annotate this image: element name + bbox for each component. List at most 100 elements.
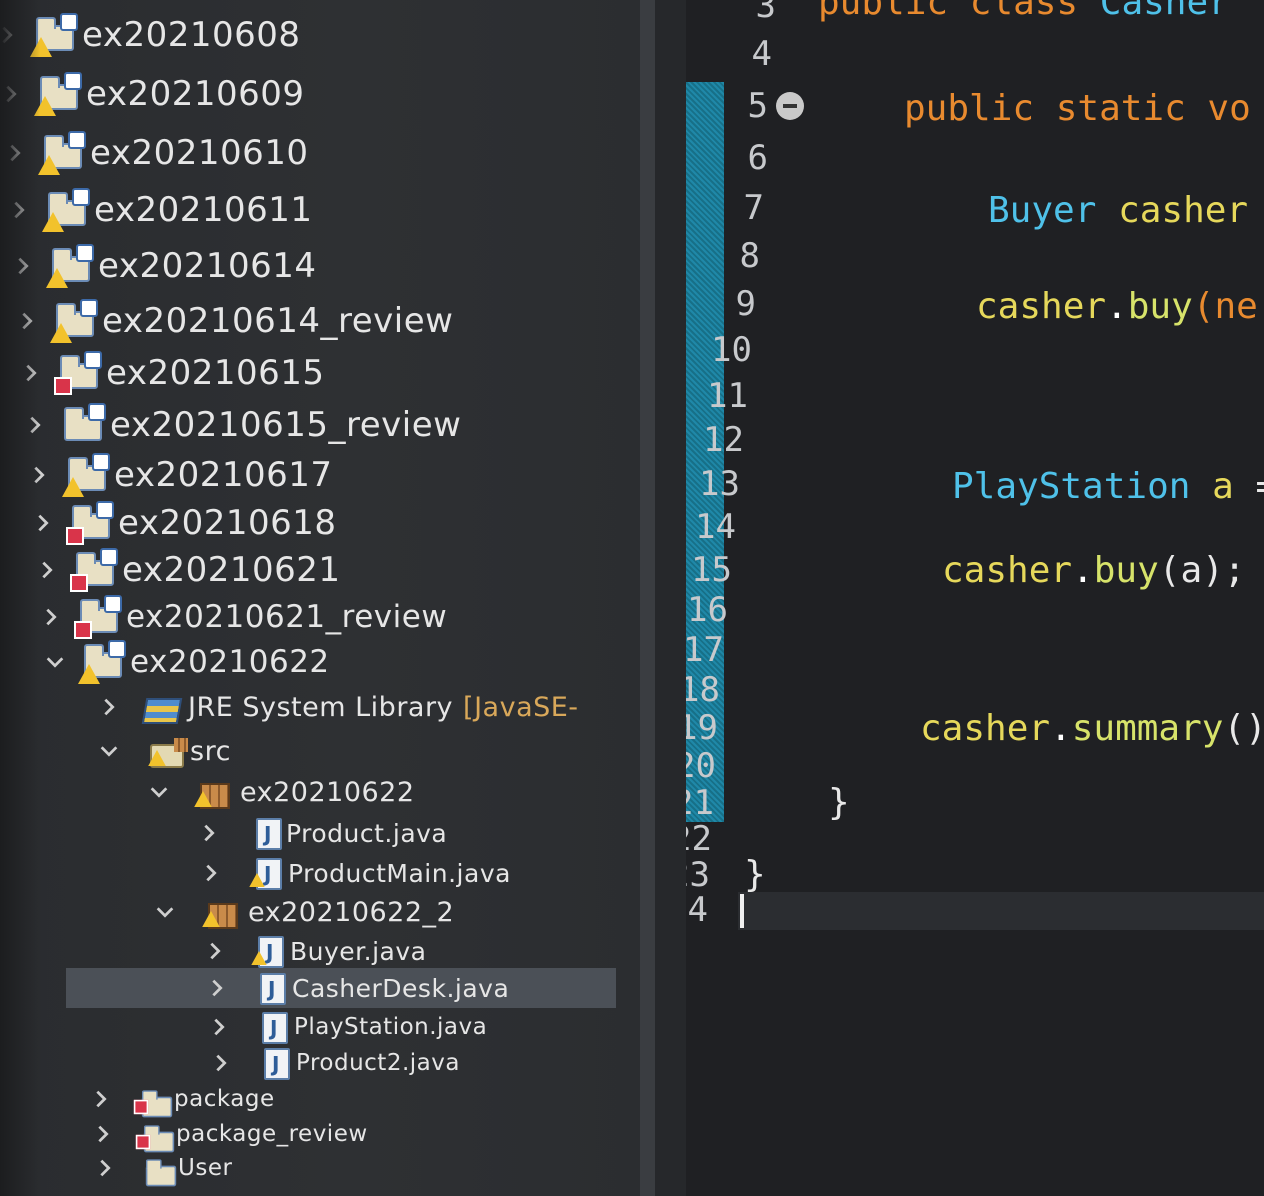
project-label: ex20210615 bbox=[106, 353, 325, 393]
tree-package-row[interactable]: ex20210622 bbox=[146, 769, 415, 815]
chevron-right-icon[interactable] bbox=[198, 860, 224, 886]
chevron-right-icon[interactable] bbox=[18, 360, 44, 386]
tree-project-row[interactable]: ex20210608 bbox=[0, 12, 301, 58]
code-line-19: casher.summary(); bbox=[920, 708, 1264, 749]
java-file-icon bbox=[246, 816, 284, 850]
tree-project-row[interactable]: ex20210618 bbox=[30, 500, 337, 546]
line-number: 11 bbox=[707, 376, 748, 416]
line-number: 7 bbox=[743, 188, 764, 228]
variable: casher bbox=[1118, 190, 1249, 231]
java-file-icon bbox=[252, 1010, 290, 1044]
tree-project-row[interactable]: ex20210615 bbox=[18, 350, 325, 396]
tree-project-row[interactable]: ex20210617 bbox=[26, 452, 333, 498]
line-number: 20 bbox=[686, 746, 716, 786]
project-label: ex20210614_review bbox=[102, 301, 454, 341]
chevron-right-icon[interactable] bbox=[14, 308, 40, 334]
project-label: ex20210622 bbox=[130, 644, 330, 680]
tree-project-row[interactable]: ex20210615_review bbox=[22, 402, 461, 448]
closing-brace: } bbox=[744, 854, 766, 895]
tree-file-row-selected[interactable]: CasherDesk.java bbox=[66, 968, 616, 1008]
chevron-right-icon[interactable] bbox=[92, 1155, 118, 1181]
method: buy bbox=[1093, 550, 1159, 591]
chevron-right-icon[interactable] bbox=[38, 604, 64, 630]
closing-brace: } bbox=[828, 782, 850, 823]
project-folder-icon bbox=[136, 1151, 177, 1187]
chevron-right-icon[interactable] bbox=[206, 1014, 232, 1040]
line-number: 13 bbox=[699, 464, 740, 504]
chevron-right-icon[interactable] bbox=[34, 557, 60, 583]
library-icon bbox=[140, 690, 183, 724]
project-folder-warning-icon bbox=[42, 188, 90, 232]
fold-collapse-icon[interactable] bbox=[776, 92, 804, 120]
tree-project-row[interactable]: ex20210621 bbox=[34, 547, 341, 593]
type-name: Buyer bbox=[988, 190, 1097, 231]
tree-project-row[interactable]: ex20210611 bbox=[6, 187, 313, 233]
line-number: 14 bbox=[695, 507, 736, 547]
source-folder-icon bbox=[146, 734, 188, 768]
line-number: 15 bbox=[691, 550, 732, 590]
line-number: 5 bbox=[747, 86, 768, 126]
package-icon bbox=[200, 895, 238, 929]
project-label: ex20210608 bbox=[82, 15, 301, 55]
chevron-down-icon[interactable] bbox=[152, 899, 178, 925]
code-line-3: public class Casher bbox=[818, 0, 1230, 23]
chevron-right-icon[interactable] bbox=[30, 510, 56, 536]
project-folder-warning-icon bbox=[62, 453, 110, 497]
project-label: ex20210614 bbox=[98, 246, 317, 286]
project-label: ex20210610 bbox=[90, 133, 309, 173]
chevron-right-icon[interactable] bbox=[90, 1121, 116, 1147]
chevron-right-icon[interactable] bbox=[0, 22, 20, 48]
chevron-down-icon[interactable] bbox=[42, 649, 68, 675]
punctuation: . bbox=[1106, 286, 1128, 327]
tree-project-row[interactable]: User bbox=[92, 1145, 232, 1191]
chevron-right-icon[interactable] bbox=[26, 462, 52, 488]
project-label: package_review bbox=[176, 1121, 368, 1147]
package-explorer: ex20210608 ex20210609 ex20210610 ex20210… bbox=[0, 0, 640, 1196]
java-file-warning-icon bbox=[246, 856, 284, 890]
variable: casher bbox=[920, 708, 1051, 749]
code-line-15: casher.buy(a); / bbox=[942, 550, 1264, 591]
project-label: User bbox=[178, 1155, 233, 1181]
file-label: PlayStation.java bbox=[294, 1014, 488, 1040]
operator: = bbox=[1255, 466, 1264, 507]
code-rest: (ne bbox=[1192, 286, 1258, 327]
project-label: ex20210618 bbox=[118, 503, 337, 543]
chevron-right-icon[interactable] bbox=[202, 938, 228, 964]
tree-project-row[interactable]: ex20210614_review bbox=[14, 298, 453, 344]
chevron-down-icon[interactable] bbox=[146, 779, 172, 805]
chevron-right-icon[interactable] bbox=[22, 412, 48, 438]
code-rest: (); bbox=[1223, 708, 1264, 749]
chevron-right-icon[interactable] bbox=[196, 820, 222, 846]
chevron-right-icon[interactable] bbox=[204, 975, 230, 1001]
line-number: 6 bbox=[747, 138, 768, 178]
chevron-right-icon[interactable] bbox=[208, 1050, 234, 1076]
line-number: 24 bbox=[686, 890, 708, 930]
project-label: ex20210611 bbox=[94, 190, 313, 230]
code-editor[interactable]: 3 4 5 6 7 8 9 10 11 12 13 14 15 16 17 18… bbox=[686, 0, 1264, 1196]
tree-project-row[interactable]: ex20210610 bbox=[2, 130, 309, 176]
chevron-right-icon[interactable] bbox=[96, 694, 122, 720]
variable: casher bbox=[976, 286, 1107, 327]
line-number: 12 bbox=[703, 420, 744, 460]
chevron-right-icon[interactable] bbox=[88, 1086, 114, 1112]
chevron-right-icon[interactable] bbox=[10, 253, 36, 279]
tree-project-row[interactable]: ex20210609 bbox=[0, 71, 305, 117]
project-folder-warning-icon bbox=[78, 640, 126, 684]
chevron-down-icon[interactable] bbox=[96, 738, 122, 764]
tree-project-row[interactable]: ex20210614 bbox=[10, 243, 317, 289]
chevron-right-icon[interactable] bbox=[6, 197, 32, 223]
chevron-right-icon[interactable] bbox=[0, 81, 24, 107]
chevron-right-icon[interactable] bbox=[2, 140, 28, 166]
class-name: Casher bbox=[1099, 0, 1230, 23]
variable: a bbox=[1212, 466, 1234, 507]
tree-project-row[interactable]: ex20210621_review bbox=[38, 594, 447, 640]
tree-src-row[interactable]: src bbox=[96, 728, 231, 774]
package-icon bbox=[192, 775, 230, 809]
line-number: 8 bbox=[739, 236, 760, 276]
line-number: 19 bbox=[686, 708, 718, 748]
tree-project-row-expanded[interactable]: ex20210622 bbox=[42, 639, 330, 685]
java-file-warning-icon bbox=[248, 934, 286, 968]
tree-jre-row[interactable]: JRE System Library [JavaSE- bbox=[96, 684, 579, 730]
project-folder-warning-icon bbox=[50, 299, 98, 343]
code-rest: (a); / bbox=[1158, 550, 1264, 591]
